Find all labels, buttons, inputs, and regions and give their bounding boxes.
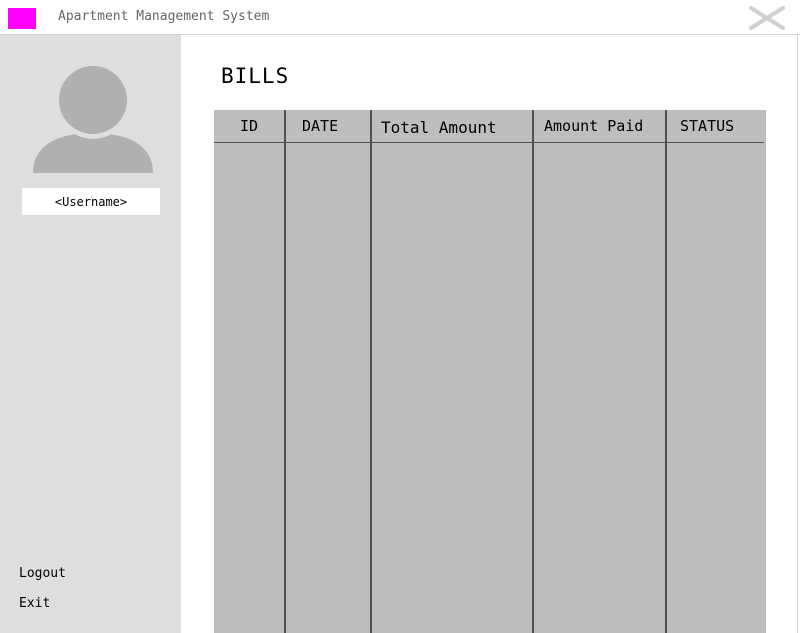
sidebar: <Username> Logout Exit	[0, 35, 181, 633]
header-date[interactable]: DATE	[302, 117, 338, 135]
header-total-amount[interactable]: Total Amount	[381, 118, 497, 137]
column-date	[284, 110, 370, 633]
column-total-amount	[370, 110, 532, 633]
close-icon	[749, 6, 785, 30]
username-label: <Username>	[22, 188, 160, 215]
app-logo	[8, 8, 36, 29]
main-panel: BILLS ID DATE Total Amount Amount Paid S…	[181, 35, 798, 633]
page-title: BILLS	[221, 64, 290, 88]
bills-table: ID DATE Total Amount Amount Paid STATUS	[214, 110, 766, 633]
header-amount-paid[interactable]: Amount Paid	[544, 117, 643, 135]
table-header-divider	[214, 142, 764, 143]
column-id	[214, 110, 284, 633]
title-bar: Apartment Management System	[0, 0, 800, 35]
header-id[interactable]: ID	[240, 117, 258, 135]
app-title: Apartment Management System	[58, 9, 270, 24]
logout-link[interactable]: Logout	[19, 566, 66, 581]
close-button[interactable]	[748, 5, 786, 31]
column-status	[665, 110, 766, 633]
user-avatar-icon	[33, 65, 153, 173]
column-amount-paid	[532, 110, 665, 633]
exit-link[interactable]: Exit	[19, 596, 50, 611]
header-status[interactable]: STATUS	[680, 117, 734, 135]
